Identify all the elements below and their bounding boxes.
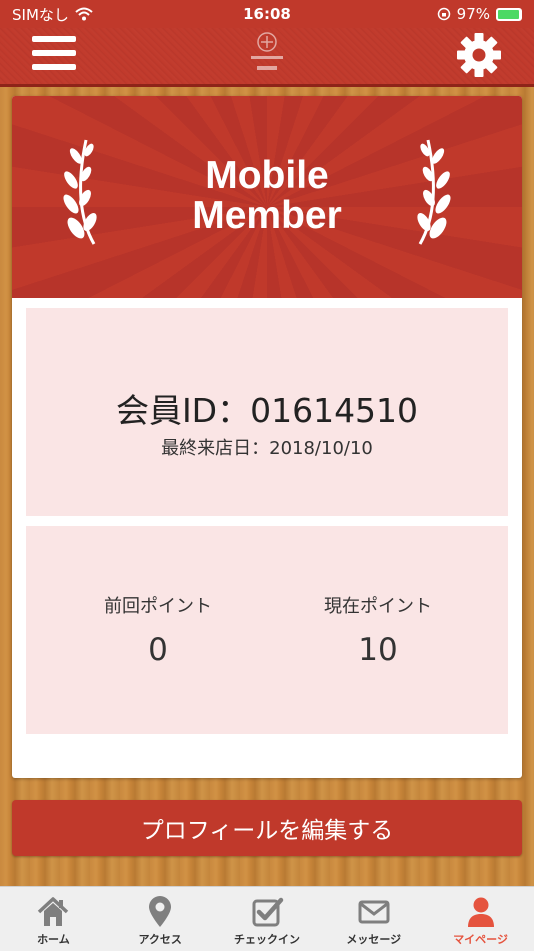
- laurel-right-icon: [417, 139, 451, 245]
- points-panel: 前回ポイント 0 現在ポイント 10: [26, 526, 508, 734]
- home-icon: [38, 897, 69, 926]
- tab-bar: ホーム アクセス チェックイン メッセージ マイページ: [0, 886, 534, 951]
- tab-access[interactable]: アクセス: [107, 887, 214, 951]
- battery-level: [498, 9, 520, 19]
- shop-logo-icon: [251, 32, 283, 70]
- member-id: 会員ID：01614510: [115, 391, 419, 430]
- member-id-panel: 会員ID：01614510 最終来店日：2018/10/10: [26, 308, 508, 516]
- tab-home[interactable]: ホーム: [0, 887, 107, 951]
- gear-icon[interactable]: [456, 32, 502, 78]
- last-visit-date: 最終来店日：2018/10/10: [161, 438, 373, 459]
- previous-points-label: 前回ポイント: [104, 596, 212, 617]
- tab-checkin-label: チェックイン: [233, 933, 300, 946]
- previous-points: 前回ポイント 0: [58, 592, 258, 668]
- map-pin-icon: [149, 896, 172, 927]
- tab-mypage-label: マイページ: [453, 933, 508, 946]
- tab-message-label: メッセージ: [346, 933, 402, 946]
- person-icon: [467, 897, 494, 927]
- member-card: Mobile Member 会員ID：01614510 最終来店日：2018/1…: [12, 96, 522, 778]
- current-points: 現在ポイント 10: [278, 592, 478, 668]
- edit-profile-button[interactable]: プロフィールを編集する: [12, 800, 522, 856]
- menu-bar: [32, 50, 76, 56]
- menu-bar: [32, 36, 76, 42]
- member-banner: Mobile Member: [12, 96, 522, 298]
- current-points-value: 10: [358, 632, 398, 668]
- tab-mypage[interactable]: マイページ: [427, 887, 534, 951]
- menu-button[interactable]: [32, 36, 76, 72]
- tab-home-label: ホーム: [37, 933, 70, 946]
- tab-checkin[interactable]: チェックイン: [214, 887, 321, 951]
- status-bar: SIMなし 16:08 97%: [0, 0, 534, 28]
- envelope-icon: [358, 900, 390, 924]
- menu-bar: [32, 64, 76, 70]
- checkbox-icon: [252, 897, 284, 927]
- tab-message[interactable]: メッセージ: [320, 887, 427, 951]
- current-points-label: 現在ポイント: [324, 596, 432, 617]
- tab-access-label: アクセス: [138, 933, 182, 946]
- status-time: 16:08: [243, 5, 291, 23]
- previous-points-value: 0: [148, 632, 168, 668]
- battery-icon: [496, 7, 522, 21]
